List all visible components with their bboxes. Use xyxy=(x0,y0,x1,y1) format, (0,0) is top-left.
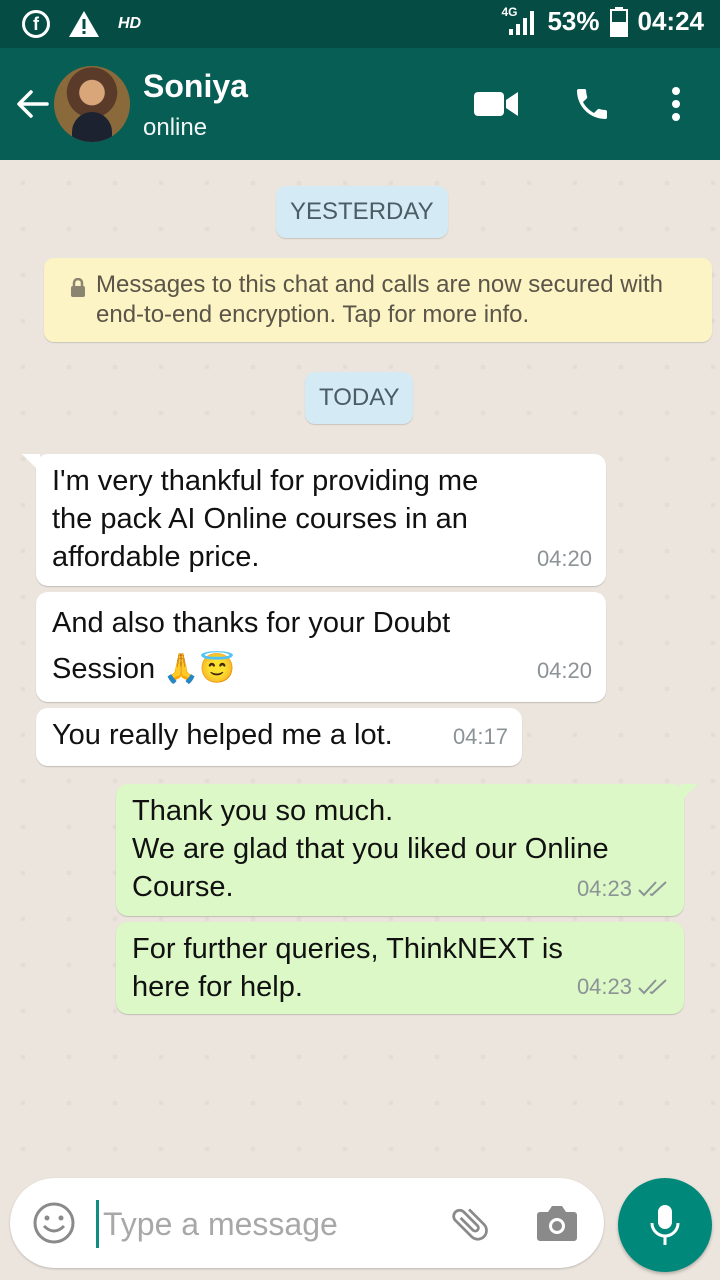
video-call-icon[interactable] xyxy=(474,90,518,118)
message-time: 04:20 xyxy=(536,658,592,683)
contact-presence: online xyxy=(143,114,208,141)
message-incoming[interactable]: I'm very thankful for providing me the p… xyxy=(22,454,606,586)
lock-icon xyxy=(71,278,85,297)
battery-percent: 53% xyxy=(547,6,600,36)
more-options-icon[interactable] xyxy=(670,86,682,122)
battery-icon xyxy=(609,6,628,37)
facebook-icon: f xyxy=(22,10,50,38)
message-time: 04:20 xyxy=(536,546,592,571)
back-arrow-icon[interactable] xyxy=(14,86,50,122)
chat-area[interactable]: YESTERDAY Messages to this chat and call… xyxy=(0,160,720,1172)
message-time: 04:17 xyxy=(452,724,508,749)
message-incoming[interactable]: And also thanks for your Doubt Session 🙏… xyxy=(36,592,606,702)
date-pill-today: TODAY xyxy=(305,372,414,424)
message-text: I'm very thankful for providing me the p… xyxy=(52,465,479,573)
message-text: And also thanks for your Doubt Session 🙏… xyxy=(52,607,451,685)
chat-header: Soniya online xyxy=(0,48,720,160)
message-outgoing[interactable]: Thank you so much. We are glad that you … xyxy=(116,784,698,916)
encryption-notice-text: Messages to this chat and calls are now … xyxy=(96,271,663,328)
message-outgoing[interactable]: For further queries, ThinkNEXT is here f… xyxy=(116,922,684,1014)
camera-icon[interactable] xyxy=(536,1204,578,1242)
message-incoming[interactable]: You really helped me a lot. 04:17 xyxy=(36,708,522,766)
mic-icon xyxy=(650,1205,680,1245)
mic-button[interactable] xyxy=(618,1178,712,1272)
message-time: 04:23 xyxy=(577,968,670,1006)
message-composer[interactable] xyxy=(10,1178,604,1268)
contact-name[interactable]: Soniya xyxy=(143,68,248,105)
read-ticks-icon xyxy=(638,979,667,995)
message-input[interactable] xyxy=(96,1200,435,1248)
avatar[interactable] xyxy=(54,66,130,142)
clock: 04:24 xyxy=(637,6,705,36)
date-pill-yesterday: YESTERDAY xyxy=(276,186,448,238)
message-time: 04:23 xyxy=(577,870,670,908)
status-bar: f HD 4G 53% 04:24 xyxy=(0,0,720,48)
attach-icon[interactable] xyxy=(448,1202,492,1246)
warning-icon xyxy=(69,11,99,37)
emoji-icon[interactable] xyxy=(32,1201,76,1245)
voice-call-icon[interactable] xyxy=(572,84,612,124)
hd-indicator: HD xyxy=(118,15,142,32)
signal-icon: 4G xyxy=(501,5,537,37)
composer-bar xyxy=(0,1172,720,1280)
message-text: You really helped me a lot. xyxy=(52,719,393,751)
encryption-notice[interactable]: Messages to this chat and calls are now … xyxy=(44,258,712,342)
read-ticks-icon xyxy=(638,881,667,897)
